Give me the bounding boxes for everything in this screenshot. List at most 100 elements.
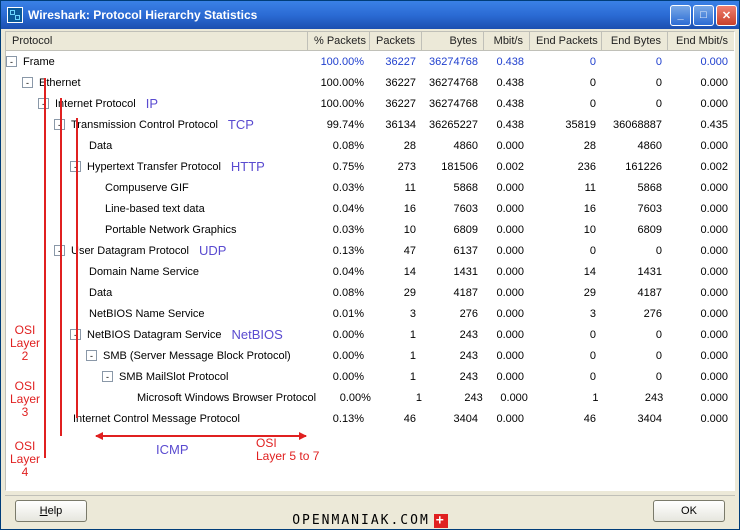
titlebar[interactable]: Wireshark: Protocol Hierarchy Statistics… <box>1 1 739 29</box>
table-row[interactable]: -SMB MailSlot Protocol0.00%12430.000000.… <box>6 366 734 387</box>
maximize-button[interactable]: □ <box>693 5 714 26</box>
cell-bytes: 1431 <box>422 266 484 278</box>
cell-mbit: 0.438 <box>484 77 530 89</box>
cell-epkts: 0 <box>530 56 602 68</box>
cell-bytes: 181506 <box>422 161 484 173</box>
table-row[interactable]: -User Datagram ProtocolUDP0.13%4761370.0… <box>6 240 734 261</box>
cell-bytes: 243 <box>422 371 484 383</box>
cell-bytes: 36274768 <box>422 56 484 68</box>
col-end-packets[interactable]: End Packets <box>530 32 602 50</box>
table-row[interactable]: -Internet ProtocolIP100.00%3622736274768… <box>6 93 734 114</box>
minimize-button[interactable]: _ <box>670 5 691 26</box>
table-row[interactable]: -Ethernet100.00%36227362747680.438000.00… <box>6 72 734 93</box>
app-icon <box>7 7 23 23</box>
cell-bytes: 276 <box>422 308 484 320</box>
col-packets[interactable]: Packets <box>370 32 422 50</box>
cell-ebytes: 1431 <box>602 266 668 278</box>
table-row[interactable]: -Hypertext Transfer ProtocolHTTP0.75%273… <box>6 156 734 177</box>
col-end-mbits[interactable]: End Mbit/s <box>668 32 734 50</box>
cell-mbit: 0.000 <box>484 245 530 257</box>
col-mbits[interactable]: Mbit/s <box>484 32 530 50</box>
expand-toggle[interactable]: - <box>38 98 49 109</box>
table-row[interactable]: Compuserve GIF0.03%1158680.0001158680.00… <box>6 177 734 198</box>
cell-ebytes: 4187 <box>602 287 668 299</box>
table-row[interactable]: Internet Control Message Protocol0.13%46… <box>6 408 734 429</box>
expand-toggle[interactable]: - <box>102 371 113 382</box>
expand-toggle[interactable]: - <box>22 77 33 88</box>
cell-epkts: 28 <box>530 140 602 152</box>
cell-epkts: 236 <box>530 161 602 173</box>
cell-bytes: 36274768 <box>422 77 484 89</box>
cell-mbit: 0.000 <box>484 308 530 320</box>
cell-epkts: 3 <box>530 308 602 320</box>
cell-mbit: 0.000 <box>489 392 534 404</box>
cell-bytes: 4860 <box>422 140 484 152</box>
table-row[interactable]: -NetBIOS Datagram ServiceNetBIOS0.00%124… <box>6 324 734 345</box>
cell-pkts: 14 <box>370 266 422 278</box>
cell-ebytes: 6809 <box>602 224 668 236</box>
protocol-annotation: IP <box>146 96 158 111</box>
expand-toggle[interactable]: - <box>70 329 81 340</box>
col-bytes[interactable]: Bytes <box>422 32 484 50</box>
cell-embit: 0.000 <box>668 350 734 362</box>
cell-mbit: 0.000 <box>484 182 530 194</box>
cell-pkts: 1 <box>370 371 422 383</box>
cell-pct: 100.00% <box>308 77 370 89</box>
table-row[interactable]: -Frame100.00%36227362747680.438000.000 <box>6 51 734 72</box>
cell-bytes: 243 <box>422 329 484 341</box>
cell-pkts: 11 <box>370 182 422 194</box>
table-row[interactable]: Domain Name Service0.04%1414310.00014143… <box>6 261 734 282</box>
cell-mbit: 0.438 <box>484 98 530 110</box>
watermark: OPENMANIAK.COM+ <box>1 513 739 528</box>
table-row[interactable]: NetBIOS Name Service0.01%32760.00032760.… <box>6 303 734 324</box>
cell-mbit: 0.000 <box>484 266 530 278</box>
protocol-label: SMB MailSlot Protocol <box>119 371 228 383</box>
cell-ebytes: 3404 <box>602 413 668 425</box>
cell-ebytes: 4860 <box>602 140 668 152</box>
cell-pct: 0.01% <box>308 308 370 320</box>
cell-pkts: 46 <box>370 413 422 425</box>
cell-pkts: 36134 <box>370 119 422 131</box>
cell-pct: 0.08% <box>308 140 370 152</box>
expand-toggle[interactable]: - <box>6 56 17 67</box>
expand-toggle[interactable]: - <box>54 119 65 130</box>
cell-epkts: 11 <box>530 182 602 194</box>
expand-toggle[interactable]: - <box>86 350 97 361</box>
cell-mbit: 0.000 <box>484 140 530 152</box>
table-row[interactable]: Portable Network Graphics0.03%1068090.00… <box>6 219 734 240</box>
table-row[interactable]: Line-based text data0.04%1676030.0001676… <box>6 198 734 219</box>
cell-pkts: 1 <box>377 392 428 404</box>
table-row[interactable]: Data0.08%2848600.0002848600.000 <box>6 135 734 156</box>
table-row[interactable]: -Transmission Control ProtocolTCP99.74%3… <box>6 114 734 135</box>
cell-bytes: 4187 <box>422 287 484 299</box>
table-row[interactable]: Microsoft Windows Browser Protocol0.00%1… <box>6 387 734 408</box>
expand-toggle[interactable]: - <box>70 161 81 172</box>
expand-toggle[interactable]: - <box>54 245 65 256</box>
col-end-bytes[interactable]: End Bytes <box>602 32 668 50</box>
col-protocol[interactable]: Protocol <box>6 32 308 50</box>
cell-pkts: 10 <box>370 224 422 236</box>
cell-mbit: 0.000 <box>484 287 530 299</box>
cell-pkts: 47 <box>370 245 422 257</box>
col-pct-packets[interactable]: % Packets <box>308 32 370 50</box>
close-button[interactable]: ✕ <box>716 5 737 26</box>
cell-epkts: 1 <box>534 392 605 404</box>
cell-bytes: 3404 <box>422 413 484 425</box>
cell-pct: 100.00% <box>308 56 370 68</box>
cell-pkts: 36227 <box>370 98 422 110</box>
cell-embit: 0.000 <box>668 245 734 257</box>
table-row[interactable]: -SMB (Server Message Block Protocol)0.00… <box>6 345 734 366</box>
protocol-tree[interactable]: -Frame100.00%36227362747680.438000.000-E… <box>6 51 734 490</box>
cell-mbit: 0.000 <box>484 350 530 362</box>
cell-mbit: 0.002 <box>484 161 530 173</box>
cell-embit: 0.000 <box>668 224 734 236</box>
cell-epkts: 0 <box>530 329 602 341</box>
cell-pct: 0.00% <box>316 392 377 404</box>
cell-ebytes: 0 <box>602 350 668 362</box>
cell-embit: 0.000 <box>668 98 734 110</box>
cell-pct: 0.03% <box>308 182 370 194</box>
table-row[interactable]: Data0.08%2941870.0002941870.000 <box>6 282 734 303</box>
cell-pkts: 16 <box>370 203 422 215</box>
cell-embit: 0.000 <box>668 371 734 383</box>
cell-epkts: 10 <box>530 224 602 236</box>
